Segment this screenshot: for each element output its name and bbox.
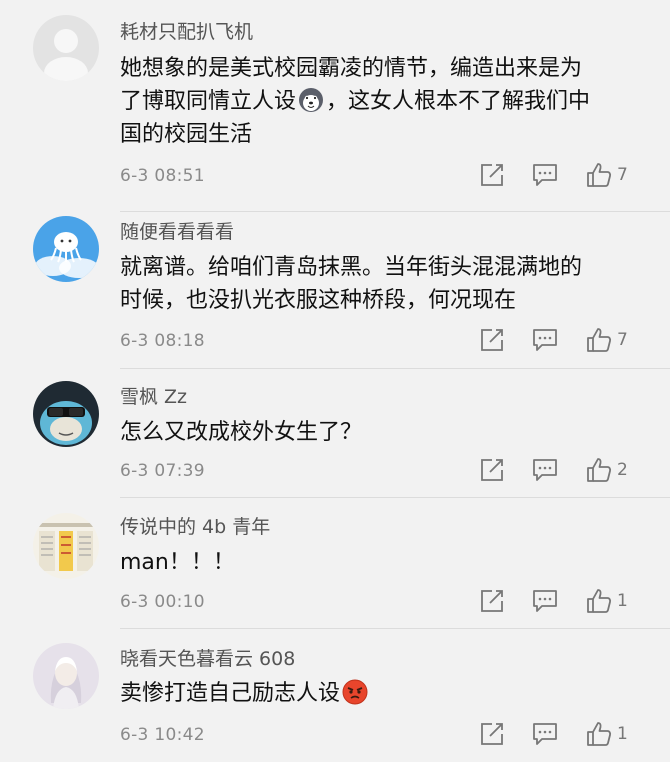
default-avatar-icon <box>33 15 99 81</box>
comment-meta: 6-3 08:51 7 <box>0 162 670 192</box>
like-count: 1 <box>617 724 628 744</box>
share-icon[interactable] <box>479 721 505 747</box>
comment-item: 传说中的 4b 青年 man！！！ 6-3 00:10 1 <box>0 498 670 628</box>
like-count: 2 <box>617 460 628 480</box>
comment-item: 雪枫 Zz 怎么又改成校外女生了？ 6-3 07:39 2 <box>0 369 670 497</box>
username[interactable]: 晓看天色暮看云 608 <box>120 647 295 671</box>
comment-text: 卖惨打造自己励志人设 <box>120 677 640 710</box>
avatar[interactable] <box>33 216 99 282</box>
comment-text: 就离谱。给咱们青岛抹黑。当年街头混混满地的 时候，也没扒光衣服这种桥段，何况现在 <box>120 251 640 317</box>
timestamp: 6-3 10:42 <box>120 725 205 745</box>
thumbs-up-icon[interactable] <box>586 162 612 188</box>
share-icon[interactable] <box>479 457 505 483</box>
username[interactable]: 传说中的 4b 青年 <box>120 515 270 539</box>
comment-meta: 6-3 08:18 7 <box>0 327 670 357</box>
comment-meta: 6-3 00:10 1 <box>0 588 670 618</box>
comment-text: 她想象的是美式校园霸凌的情节，编造出来是为 了博取同情立人设 ，这女人根本不了解我… <box>120 52 640 151</box>
newspaper-avatar-icon <box>33 513 99 579</box>
comment-text: man！！！ <box>120 546 640 579</box>
comment-line: 卖惨打造自己励志人设 <box>120 677 640 710</box>
comment-icon[interactable] <box>532 327 558 353</box>
share-icon[interactable] <box>479 588 505 614</box>
share-icon[interactable] <box>479 327 505 353</box>
comment-line: 就离谱。给咱们青岛抹黑。当年街头混混满地的 <box>120 255 583 280</box>
username[interactable]: 耗材只配扒飞机 <box>120 20 253 44</box>
like-count: 7 <box>617 165 628 185</box>
comment-line: 时候，也没扒光衣服这种桥段，何况现在 <box>120 288 517 313</box>
cloud-jellyfish-avatar-icon <box>33 216 99 282</box>
comment-line: 了博取同情立人设 ，这女人根本不了解我们中 <box>120 85 640 118</box>
timestamp: 6-3 08:18 <box>120 331 205 351</box>
comment-item: 晓看天色暮看云 608 卖惨打造自己励志人设 6-3 10:42 1 <box>0 629 670 762</box>
comment-meta: 6-3 10:42 1 <box>0 721 670 751</box>
comment-line: 国的校园生活 <box>120 122 253 147</box>
timestamp: 6-3 07:39 <box>120 461 205 481</box>
thumbs-up-icon[interactable] <box>586 721 612 747</box>
avatar[interactable] <box>33 513 99 579</box>
comment-segment: 卖惨打造自己励志人设 <box>120 681 341 706</box>
timestamp: 6-3 00:10 <box>120 592 205 612</box>
husky-emoji-icon <box>298 87 324 113</box>
comment-line: 怎么又改成校外女生了？ <box>120 420 363 445</box>
comment-line: man！！！ <box>120 550 235 575</box>
avatar[interactable] <box>33 15 99 81</box>
thumbs-up-icon[interactable] <box>586 588 612 614</box>
username[interactable]: 随便看看看看 <box>120 220 234 244</box>
thumbs-up-icon[interactable] <box>586 457 612 483</box>
comment-icon[interactable] <box>532 721 558 747</box>
comment-meta: 6-3 07:39 2 <box>0 457 670 487</box>
comment-icon[interactable] <box>532 588 558 614</box>
comment-icon[interactable] <box>532 457 558 483</box>
sunglasses-character-avatar-icon <box>33 381 99 447</box>
angry-emoji-icon <box>342 679 368 705</box>
comment-icon[interactable] <box>532 162 558 188</box>
share-icon[interactable] <box>479 162 505 188</box>
avatar[interactable] <box>33 643 99 709</box>
like-count: 7 <box>617 330 628 350</box>
illustrated-girl-avatar-icon <box>33 643 99 709</box>
comment-text: 怎么又改成校外女生了？ <box>120 416 640 449</box>
username[interactable]: 雪枫 Zz <box>120 385 187 409</box>
thumbs-up-icon[interactable] <box>586 327 612 353</box>
comment-segment: 了博取同情立人设 <box>120 89 297 114</box>
like-count: 1 <box>617 591 628 611</box>
timestamp: 6-3 08:51 <box>120 166 205 186</box>
comment-line: 她想象的是美式校园霸凌的情节，编造出来是为 <box>120 56 583 81</box>
comment-item: 耗材只配扒飞机 她想象的是美式校园霸凌的情节，编造出来是为 了博取同情立人设 ，这… <box>0 0 670 212</box>
comment-item: 随便看看看看 就离谱。给咱们青岛抹黑。当年街头混混满地的 时候，也没扒光衣服这种… <box>0 212 670 370</box>
comment-segment: ，这女人根本不了解我们中 <box>326 89 591 114</box>
avatar[interactable] <box>33 381 99 447</box>
